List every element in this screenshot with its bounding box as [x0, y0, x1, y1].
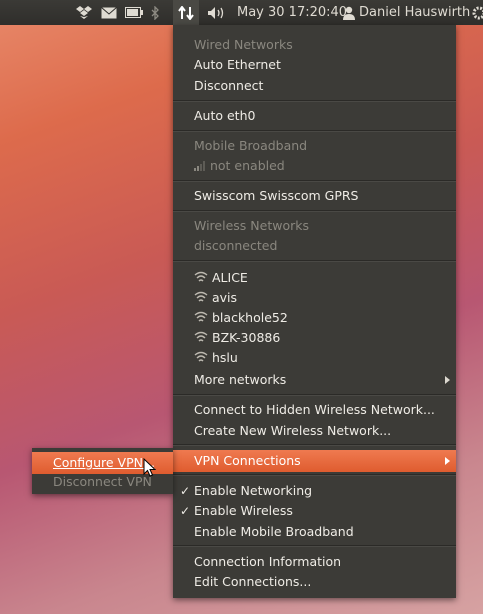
gear-icon[interactable] — [472, 3, 483, 22]
wifi-icon — [194, 311, 208, 322]
wifi-icon — [194, 271, 208, 282]
submenu-arrow-icon — [445, 457, 450, 465]
connection-information-item[interactable]: Connection Information — [194, 552, 341, 572]
mail-icon[interactable] — [101, 3, 117, 22]
top-panel: May 30 17:20:40 Daniel Hauswirth — [0, 0, 483, 25]
mobile-broadband-status: not enabled — [194, 156, 285, 176]
wifi-network-item[interactable]: blackhole52 — [194, 308, 288, 328]
user-name[interactable]: Daniel Hauswirth — [359, 3, 470, 22]
separator — [173, 444, 456, 446]
wifi-name: hslu — [212, 350, 238, 365]
check-icon: ✓ — [180, 484, 191, 498]
wifi-network-item[interactable]: ALICE — [194, 268, 248, 288]
enable-mobile-broadband-item[interactable]: Enable Mobile Broadband — [194, 522, 354, 542]
auto-ethernet-item[interactable]: Auto Ethernet — [194, 55, 281, 75]
dropbox-icon[interactable] — [76, 3, 92, 22]
create-new-network-item[interactable]: Create New Wireless Network... — [194, 421, 391, 441]
enable-wireless-item[interactable]: Enable Wireless — [194, 501, 293, 521]
wifi-icon — [194, 291, 208, 302]
network-icon[interactable] — [178, 3, 194, 22]
check-icon: ✓ — [180, 504, 191, 518]
edit-connections-item[interactable]: Edit Connections... — [194, 572, 311, 592]
disconnect-item[interactable]: Disconnect — [194, 76, 263, 96]
volume-icon[interactable] — [207, 3, 227, 22]
separator — [173, 394, 456, 396]
separator — [173, 545, 456, 547]
wifi-network-item[interactable]: hslu — [194, 348, 238, 368]
wifi-name: blackhole52 — [212, 310, 288, 325]
vpn-connections-item[interactable]: VPN Connections — [194, 451, 301, 471]
bluetooth-icon[interactable] — [151, 3, 160, 22]
connect-hidden-network-item[interactable]: Connect to Hidden Wireless Network... — [194, 400, 435, 420]
wifi-icon — [194, 331, 208, 342]
separator — [173, 130, 456, 132]
mobile-status-text: not enabled — [209, 158, 285, 173]
wifi-network-item[interactable]: BZK-30886 — [194, 328, 280, 348]
enable-networking-item[interactable]: Enable Networking — [194, 481, 312, 501]
wifi-name: avis — [212, 290, 238, 305]
wifi-network-item[interactable]: avis — [194, 288, 237, 308]
wifi-name: BZK-30886 — [212, 330, 281, 345]
mouse-cursor-icon — [143, 458, 157, 477]
auto-eth0-item[interactable]: Auto eth0 — [194, 106, 255, 126]
separator — [173, 474, 456, 476]
submenu-arrow-icon — [445, 376, 450, 384]
separator — [173, 260, 456, 262]
signal-icon — [194, 161, 205, 171]
swisscom-gprs-item[interactable]: Swisscom Swisscom GPRS — [194, 186, 359, 206]
separator — [173, 210, 456, 212]
clock-datetime[interactable]: May 30 17:20:40 — [237, 3, 347, 22]
separator — [173, 180, 456, 182]
configure-vpn-item[interactable]: Configure VPN... — [53, 453, 155, 473]
wifi-icon — [194, 351, 208, 362]
disconnect-vpn-item[interactable]: Disconnect VPN — [53, 472, 152, 492]
more-networks-item[interactable]: More networks — [194, 370, 286, 390]
wireless-networks-header: Wireless Networks — [194, 218, 309, 233]
wifi-name: ALICE — [212, 270, 248, 285]
network-menu: Wired Networks Auto Ethernet Disconnect … — [173, 25, 456, 598]
battery-icon[interactable] — [125, 3, 143, 22]
user-icon[interactable] — [343, 3, 355, 22]
mobile-broadband-header: Mobile Broadband — [194, 138, 308, 153]
separator — [173, 100, 456, 102]
wireless-status: disconnected — [194, 238, 278, 253]
wired-networks-header: Wired Networks — [194, 37, 293, 52]
